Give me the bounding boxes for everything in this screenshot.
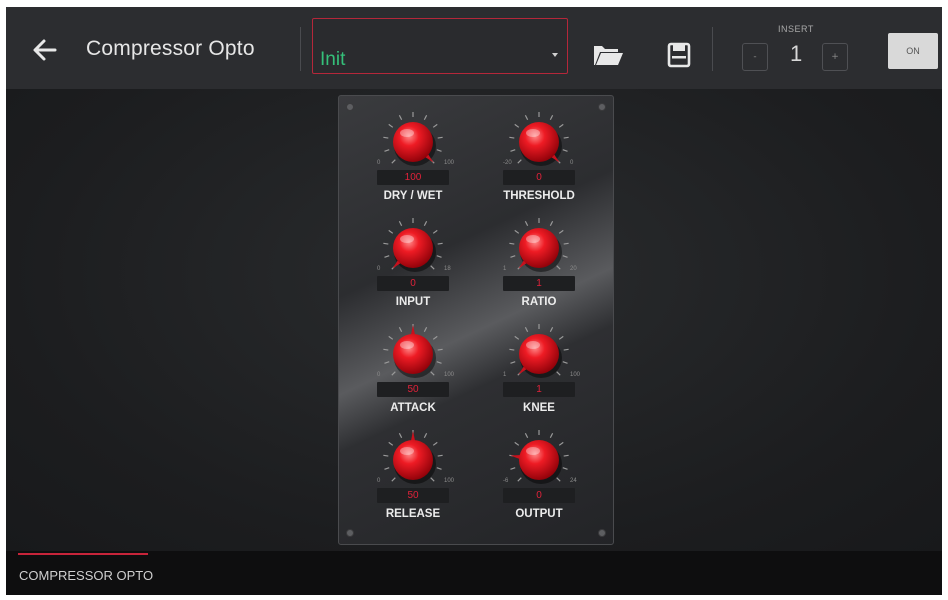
screw-icon [598,103,606,111]
knob-label: OUTPUT [515,508,563,520]
knob-max-label: 100 [444,478,455,484]
folder-open-icon [594,46,623,65]
header-divider [300,27,301,71]
knob-min-label: 0 [377,478,381,484]
knob-label: INPUT [395,296,431,308]
knob-ratio[interactable]: 1 20 1 RATIO [479,216,599,320]
header-divider [712,27,713,71]
header-bar: Compressor Opto Init INSERT - 1 + ON [6,7,942,89]
plugin-window: Compressor Opto Init INSERT - 1 + ON 0 1… [6,7,942,595]
knob-min-label: 1 [503,266,507,272]
knob-dial-icon[interactable] [479,428,599,490]
knob-min-label: 0 [377,160,381,166]
knob-max-label: 18 [444,266,451,272]
knob-label: RELEASE [385,508,441,520]
knob-release[interactable]: 0 100 50 RELEASE [353,428,473,532]
knob-dial-icon[interactable] [353,322,473,384]
knob-max-label: 100 [444,160,455,166]
knob-knee[interactable]: 1 100 1 KNEE [479,322,599,426]
knob-min-label: -6 [503,478,509,484]
insert-value: 1 [790,41,803,66]
plugin-area: 0 100 100 DRY / WET -20 0 0 THRESHOLD 0 18 0 INPUT 1… [6,89,942,551]
knob-output[interactable]: -6 24 0 OUTPUT [479,428,599,532]
knob-dial-icon[interactable] [353,110,473,172]
knob-min-label: 0 [377,266,381,272]
back-button[interactable] [28,33,62,67]
save-preset-button[interactable] [660,37,696,71]
knob-max-label: 100 [444,372,455,378]
knob-value-readout: 0 [377,276,449,291]
knob-label: KNEE [523,402,555,414]
knob-value-readout: 1 [503,382,575,397]
compressor-panel: 0 100 100 DRY / WET -20 0 0 THRESHOLD 0 18 0 INPUT 1… [338,95,614,545]
knob-attack[interactable]: 0 100 50 ATTACK [353,322,473,426]
on-toggle-button[interactable]: ON [888,33,938,69]
knob-dial-icon[interactable] [479,216,599,278]
screw-icon [598,529,606,537]
knob-input[interactable]: 0 18 0 INPUT [353,216,473,320]
knob-max-label: 24 [570,478,577,484]
knob-value-readout: 0 [503,488,575,503]
tab-compressor-opto[interactable]: COMPRESSOR OPTO [19,568,153,583]
active-tab-indicator [18,553,148,555]
caret-down-icon [552,53,558,57]
page-title: Compressor Opto [86,37,255,60]
knob-label: DRY / WET [383,190,443,202]
preset-dropdown[interactable]: Init [312,18,568,74]
load-preset-button[interactable] [590,37,626,71]
knob-max-label: 100 [570,372,581,378]
knob-min-label: 0 [377,372,381,378]
knob-max-label: 0 [570,160,574,166]
knob-value-readout: 100 [377,170,449,185]
insert-label: INSERT [778,24,814,34]
back-arrow-icon [33,39,57,61]
knob-dial-icon[interactable] [353,216,473,278]
knob-dial-icon[interactable] [479,322,599,384]
knob-label: ATTACK [390,402,436,414]
knob-label: RATIO [521,296,557,308]
save-icon [667,42,691,68]
knob-min-label: 1 [503,372,507,378]
footer-bar: COMPRESSOR OPTO [6,551,942,595]
knob-min-label: -20 [503,160,512,166]
knob-dial-icon[interactable] [479,110,599,172]
insert-decrement-button[interactable]: - [742,43,768,71]
knob-value-readout: 0 [503,170,575,185]
knob-dry-wet[interactable]: 0 100 100 DRY / WET [353,110,473,214]
preset-value: Init [320,49,346,70]
knob-value-readout: 50 [377,382,449,397]
knob-label: THRESHOLD [503,190,575,202]
knob-value-readout: 1 [503,276,575,291]
knob-max-label: 20 [570,266,577,272]
knob-dial-icon[interactable] [353,428,473,490]
knob-threshold[interactable]: -20 0 0 THRESHOLD [479,110,599,214]
knob-value-readout: 50 [377,488,449,503]
insert-increment-button[interactable]: + [822,43,848,71]
